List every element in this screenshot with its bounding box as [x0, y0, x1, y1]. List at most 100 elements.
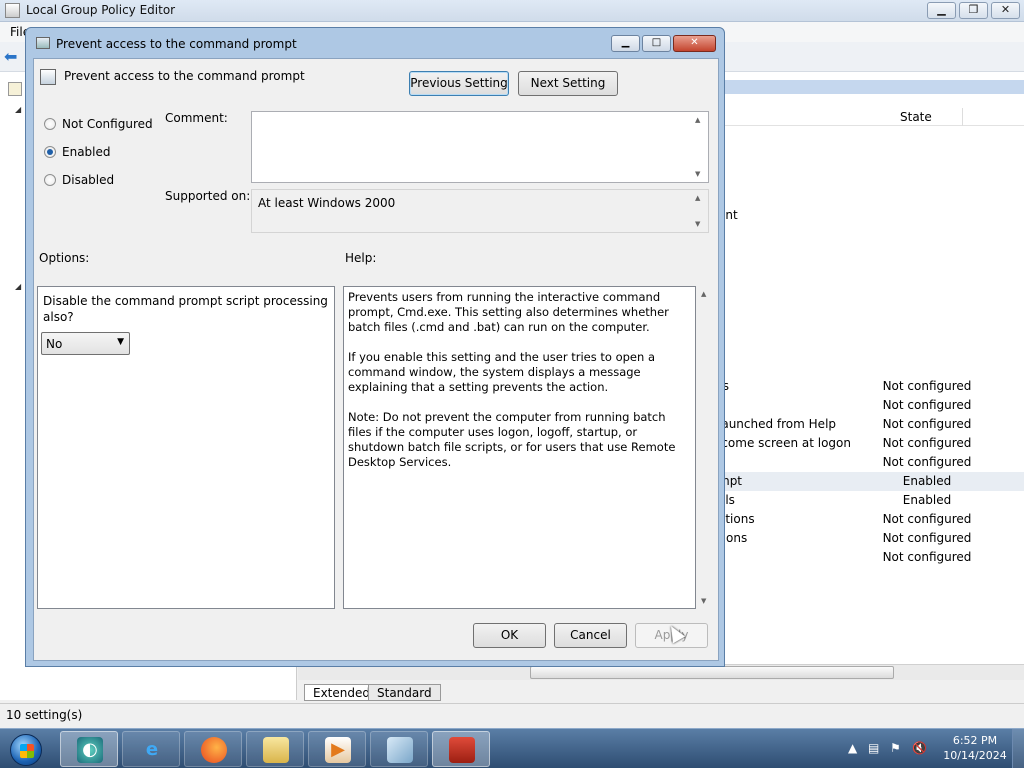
media-player-icon: ▶	[325, 737, 351, 763]
dialog-minimize-button[interactable]: ▁	[611, 35, 640, 52]
windows-flag-icon	[20, 744, 34, 758]
options-label: Options:	[39, 251, 90, 265]
taskbar-internet-explorer[interactable]: e	[122, 731, 180, 767]
taskbar-explorer[interactable]	[246, 731, 304, 767]
policy-setting-icon	[36, 37, 50, 49]
start-button[interactable]	[4, 731, 48, 767]
network-icon[interactable]: ▤	[868, 741, 879, 755]
comment-scrollbar[interactable]: ▲ ▼	[691, 112, 708, 182]
taskbar-app-6[interactable]	[370, 731, 428, 767]
scroll-up-icon[interactable]: ▲	[695, 116, 700, 124]
dialog-body: Prevent access to the command prompt Pre…	[33, 58, 719, 661]
close-button[interactable]: ✕	[991, 2, 1020, 19]
dialog-title: Prevent access to the command prompt	[56, 37, 297, 51]
expand-arrow-icon[interactable]: ◢	[15, 282, 21, 291]
comment-field[interactable]: ▲ ▼	[251, 111, 709, 183]
radio-enabled[interactable]: Enabled	[44, 145, 111, 159]
help-panel[interactable]: Prevents users from running the interact…	[343, 286, 696, 609]
internet-explorer-icon: e	[145, 739, 159, 760]
back-arrow-icon[interactable]: ⬅	[4, 47, 17, 66]
column-state-header[interactable]: State	[900, 110, 932, 124]
scroll-down-icon[interactable]: ▼	[695, 170, 700, 178]
cancel-button[interactable]: Cancel	[554, 623, 627, 648]
setting-header-title: Prevent access to the command prompt	[64, 69, 305, 83]
taskbar-app-1[interactable]: ◐	[60, 731, 118, 767]
windows-start-orb-icon[interactable]	[10, 734, 42, 766]
row-state: Not configured	[882, 379, 972, 393]
policy-root-icon	[8, 82, 22, 96]
column-divider[interactable]	[962, 108, 963, 126]
dialog-close-button[interactable]: ✕	[673, 35, 716, 52]
expand-arrow-icon[interactable]: ◢	[15, 105, 21, 114]
dropdown-value: No	[46, 337, 63, 351]
document-app-icon	[387, 737, 413, 763]
show-hidden-icons-chevron-icon[interactable]: ▲	[848, 741, 857, 755]
taskbar-firefox[interactable]	[184, 731, 242, 767]
policy-setting-dialog: Prevent access to the command prompt ▁ □…	[25, 27, 725, 667]
view-tabs: Extended Standard	[298, 682, 1024, 702]
dropdown-arrow-icon[interactable]: ▼	[117, 337, 124, 347]
system-tray: ▲ ▤ ⚑ 🔇 6:52 PM 10/14/2024	[834, 729, 1024, 768]
row-state: Not configured	[882, 512, 972, 526]
next-setting-button[interactable]: Next Setting	[518, 71, 618, 96]
radio-not-configured[interactable]: Not Configured	[44, 117, 153, 131]
row-state: Not configured	[882, 417, 972, 431]
toolbox-icon	[449, 737, 475, 763]
firefox-icon	[201, 737, 227, 763]
scrollbar-thumb[interactable]	[530, 666, 894, 679]
volume-muted-icon[interactable]: 🔇	[912, 741, 927, 755]
clock[interactable]: 6:52 PM 10/14/2024	[940, 733, 1010, 763]
previous-setting-button[interactable]: Previous Setting	[409, 71, 509, 96]
help-text: Prevents users from running the interact…	[348, 290, 691, 485]
ok-button[interactable]: OK	[473, 623, 546, 648]
maximize-button[interactable]: ❐	[959, 2, 988, 19]
statusbar: 10 setting(s)	[0, 703, 1024, 727]
scroll-up-icon[interactable]: ▲	[701, 290, 706, 298]
radio-label: Enabled	[62, 145, 111, 159]
radio-label: Disabled	[62, 173, 115, 187]
supported-on-label: Supported on:	[165, 189, 251, 203]
scroll-down-icon[interactable]: ▼	[695, 220, 700, 228]
option-description: Disable the command prompt script proces…	[43, 294, 328, 324]
supported-on-value: At least Windows 2000	[258, 196, 396, 210]
action-center-flag-icon[interactable]: ⚑	[890, 741, 901, 755]
scroll-down-icon[interactable]: ▼	[701, 597, 706, 605]
scroll-up-icon[interactable]: ▲	[695, 194, 700, 202]
help-paragraph: Prevents users from running the interact…	[348, 290, 669, 334]
status-text: 10 setting(s)	[6, 708, 83, 722]
supported-scrollbar[interactable]: ▲ ▼	[691, 190, 708, 232]
help-paragraph: Note: Do not prevent the computer from r…	[348, 410, 676, 469]
radio-label: Not Configured	[62, 117, 153, 131]
options-panel: Disable the command prompt script proces…	[37, 286, 335, 609]
taskbar: ◐ e ▶ ▲ ▤ ⚑ 🔇 6:52 PM 10/14/2024	[0, 728, 1024, 768]
help-paragraph: If you enable this setting and the user …	[348, 350, 655, 394]
comment-label: Comment:	[165, 111, 228, 125]
row-state: Not configured	[882, 436, 972, 450]
help-scrollbar[interactable]: ▲ ▼	[697, 286, 714, 609]
taskbar-group-policy[interactable]	[432, 731, 490, 767]
dialog-maximize-button[interactable]: □	[642, 35, 671, 52]
radio-circle-icon[interactable]	[44, 174, 56, 186]
dialog-titlebar[interactable]: Prevent access to the command prompt ▁ □…	[26, 28, 724, 58]
folder-icon	[263, 737, 289, 763]
clock-date: 10/14/2024	[943, 749, 1007, 762]
show-desktop-button[interactable]	[1012, 729, 1024, 768]
radio-circle-icon[interactable]	[44, 118, 56, 130]
main-window-title: Local Group Policy Editor	[26, 3, 176, 17]
clock-time: 6:52 PM	[952, 734, 998, 747]
supported-on-field: At least Windows 2000 ▲ ▼	[251, 189, 709, 233]
row-name: launched from Help	[718, 417, 837, 431]
app-swirl-icon: ◐	[77, 737, 103, 763]
tab-standard[interactable]: Standard	[368, 684, 441, 701]
row-state: Enabled	[902, 493, 952, 507]
gpedit-app-icon	[5, 3, 20, 18]
row-state: Enabled	[902, 474, 952, 488]
script-processing-dropdown[interactable]: No ▼	[41, 332, 130, 355]
radio-disabled[interactable]: Disabled	[44, 173, 114, 187]
radio-selected-icon[interactable]	[44, 146, 56, 158]
minimize-button[interactable]: ▁	[927, 2, 956, 19]
help-label: Help:	[345, 251, 377, 265]
taskbar-media-player[interactable]: ▶	[308, 731, 366, 767]
main-titlebar: Local Group Policy Editor ▁ ❐ ✕	[0, 0, 1024, 22]
row-state: Not configured	[882, 531, 972, 545]
